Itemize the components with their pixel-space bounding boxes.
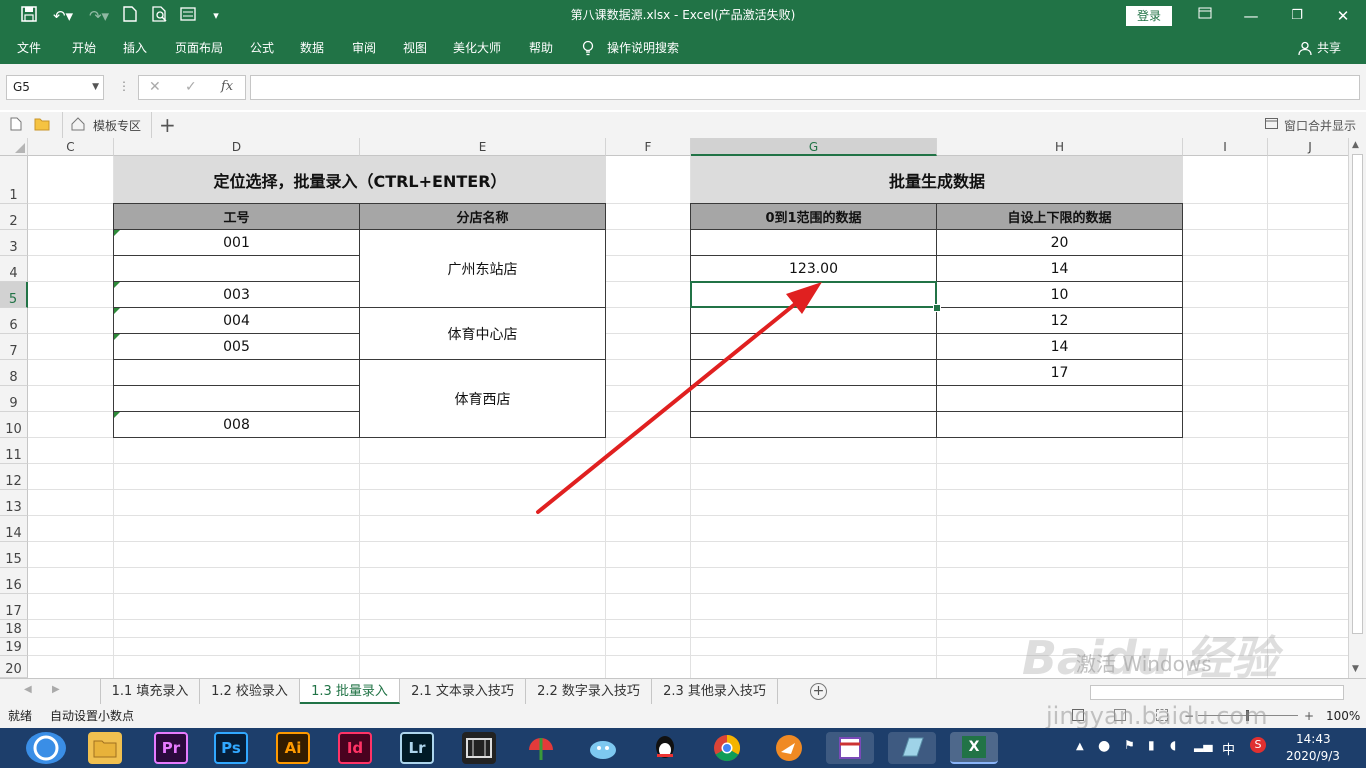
window-merge-label[interactable]: 窗口合并显示: [1284, 117, 1356, 134]
template-tab-label: 模板专区: [93, 119, 142, 133]
login-button[interactable]: 登录: [1126, 6, 1172, 26]
calendar-app-icon[interactable]: [826, 732, 874, 764]
indesign-icon[interactable]: Id: [338, 732, 372, 764]
status-auto-decimal: 自动设置小数点: [50, 709, 135, 723]
tray-expand-icon[interactable]: ▲: [1076, 741, 1084, 752]
scroll-left-icon[interactable]: ◀: [24, 684, 32, 695]
excel-taskbar-icon[interactable]: X: [950, 732, 998, 764]
sheet-tab-active[interactable]: 1.3 批量录入: [300, 679, 400, 704]
undo-icon[interactable]: ↶▾: [48, 6, 78, 26]
premiere-icon[interactable]: Pr: [154, 732, 188, 764]
home-icon: [71, 117, 85, 134]
cancel-icon[interactable]: ✕: [149, 79, 161, 95]
start-button-icon[interactable]: [26, 732, 66, 764]
tab-insert[interactable]: 插入: [123, 32, 147, 64]
name-box[interactable]: G5 ▼: [6, 75, 104, 100]
print-preview-icon[interactable]: [150, 6, 170, 26]
zoom-in-icon[interactable]: +: [1304, 704, 1314, 728]
ime-indicator[interactable]: 中: [1222, 739, 1235, 758]
close-icon[interactable]: ✕: [1332, 6, 1354, 26]
restore-icon[interactable]: ❐: [1286, 6, 1308, 26]
share-button[interactable]: 共享: [1317, 32, 1341, 64]
annotation-arrow: [536, 282, 822, 514]
umbrella-app-icon[interactable]: [524, 732, 558, 764]
sheet-tab[interactable]: 2.1 文本录入技巧: [400, 679, 526, 704]
notes-app-icon[interactable]: [888, 732, 936, 764]
formula-input[interactable]: [250, 75, 1360, 100]
network-icon[interactable]: ▂▄: [1194, 738, 1212, 752]
title-bar: ↶▾ ↷▾ ▾ 第八课数据源.xlsx - Excel(产品激活失败) 登录 —…: [0, 0, 1366, 32]
flag-tray-icon[interactable]: ⚑: [1124, 738, 1135, 752]
sheet-tab[interactable]: 1.1 填充录入: [100, 679, 200, 704]
qq-icon[interactable]: [648, 732, 682, 764]
formula-buttons: ✕ ✓ fx: [138, 75, 246, 100]
sheet-tab[interactable]: 1.2 校验录入: [200, 679, 300, 704]
tell-me-search[interactable]: 操作说明搜索: [607, 32, 679, 64]
baidu-watermark-logo: Baidu 经验: [1022, 631, 1278, 685]
status-ready: 就绪: [8, 709, 33, 723]
tab-help[interactable]: 帮助: [529, 32, 553, 64]
minimize-icon[interactable]: —: [1240, 6, 1262, 26]
cloud-app-icon[interactable]: [586, 732, 620, 764]
vertical-scrollbar[interactable]: ▲ ▼: [1348, 138, 1366, 678]
enter-icon[interactable]: ✓: [185, 79, 197, 95]
ribbon-tabs: 文件 开始 插入 页面布局 公式 数据 审阅 视图 美化大师 帮助 操作说明搜索…: [0, 32, 1366, 64]
lightbulb-icon: [582, 32, 594, 64]
photoshop-icon[interactable]: Ps: [214, 732, 248, 764]
excel-icon: X: [962, 736, 986, 758]
tab-page-layout[interactable]: 页面布局: [175, 32, 223, 64]
sogou-ime-icon[interactable]: S: [1250, 737, 1266, 753]
scroll-right-icon[interactable]: ▶: [52, 684, 60, 695]
new-doc-icon[interactable]: [10, 117, 22, 134]
save-icon[interactable]: [18, 6, 40, 26]
browser-app-icon[interactable]: [772, 732, 806, 764]
share-icon[interactable]: [1298, 32, 1312, 64]
add-tab-icon[interactable]: +: [159, 113, 176, 137]
customize-toolbar-icon[interactable]: ▾: [208, 6, 224, 26]
file-explorer-icon[interactable]: [88, 732, 122, 764]
tab-beautify[interactable]: 美化大师: [453, 32, 501, 64]
tab-home[interactable]: 开始: [72, 32, 96, 64]
tab-data[interactable]: 数据: [300, 32, 324, 64]
clock-time[interactable]: 14:43: [1296, 732, 1331, 746]
window-title: 第八课数据源.xlsx - Excel(产品激活失败): [570, 8, 796, 22]
new-file-icon[interactable]: [120, 6, 140, 26]
baidu-watermark-url: jingyan.baidu.com: [1046, 702, 1268, 730]
qq-tray-icon[interactable]: ●: [1098, 738, 1110, 754]
template-tab[interactable]: 模板专区: [62, 112, 152, 138]
illustrator-icon[interactable]: Ai: [276, 732, 310, 764]
zoom-level[interactable]: 100%: [1326, 704, 1360, 728]
formula-bar-grip: ⋮: [118, 79, 130, 93]
window-merge-icon[interactable]: [1265, 118, 1278, 132]
windows-taskbar: Pr Ps Ai Id Lr X ▲ ● ⚑ ▮ ◖ ▂▄ 中 S 14:43 …: [0, 728, 1366, 768]
speaker-icon[interactable]: ◖: [1170, 738, 1176, 752]
sheet-tab[interactable]: 2.3 其他录入技巧: [652, 679, 778, 704]
battery-icon[interactable]: ▮: [1148, 738, 1155, 752]
tab-review[interactable]: 审阅: [352, 32, 376, 64]
name-box-value: G5: [13, 80, 30, 94]
tab-view[interactable]: 视图: [403, 32, 427, 64]
tab-formulas[interactable]: 公式: [250, 32, 274, 64]
scroll-thumb[interactable]: [1352, 154, 1363, 634]
insert-function-icon[interactable]: fx: [221, 79, 233, 94]
video-editor-icon[interactable]: [462, 732, 496, 764]
clock-date[interactable]: 2020/9/3: [1286, 749, 1340, 763]
folder-icon[interactable]: [34, 117, 50, 134]
chrome-icon[interactable]: [710, 732, 744, 764]
add-sheet-icon[interactable]: +: [810, 683, 827, 700]
document-tab-bar: 模板专区 + 窗口合并显示: [0, 112, 1366, 139]
scroll-up-icon[interactable]: ▲: [1352, 140, 1359, 150]
spreadsheet-grid[interactable]: C D E F G H I J 1 2 3 4 5 6 7 8 9 10 11 …: [0, 138, 1348, 678]
form-icon[interactable]: [178, 6, 198, 26]
scroll-down-icon[interactable]: ▼: [1352, 664, 1359, 674]
ribbon-display-icon[interactable]: [1194, 6, 1216, 26]
sheet-tab[interactable]: 2.2 数字录入技巧: [526, 679, 652, 704]
tab-file[interactable]: 文件: [17, 32, 41, 64]
redo-icon[interactable]: ↷▾: [84, 6, 114, 26]
chevron-down-icon[interactable]: ▼: [92, 76, 99, 99]
lightroom-icon[interactable]: Lr: [400, 732, 434, 764]
